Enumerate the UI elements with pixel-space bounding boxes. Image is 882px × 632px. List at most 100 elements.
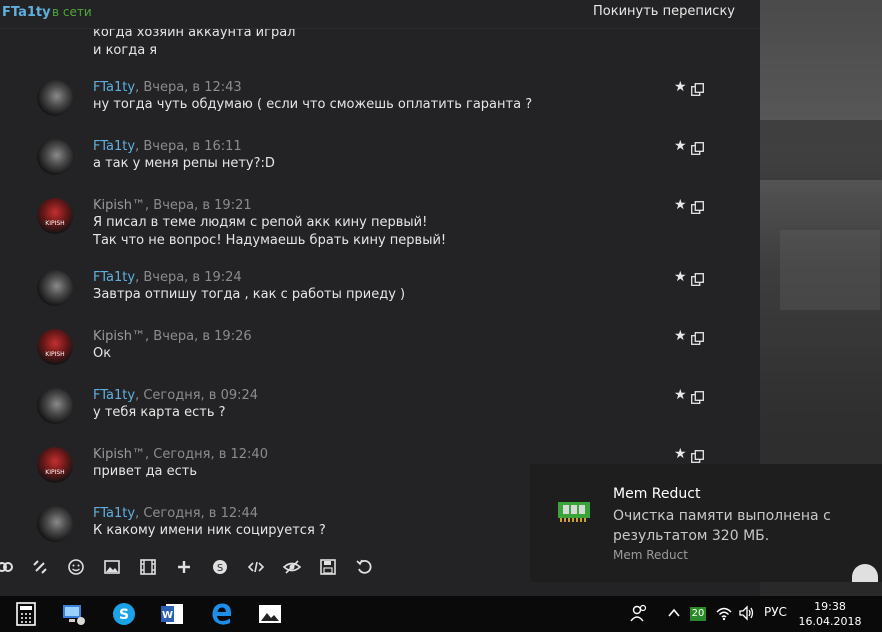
link-icon[interactable]	[0, 558, 14, 576]
photos-icon[interactable]	[258, 602, 282, 626]
toast-message: Очистка памяти выполнена с результатом 3…	[613, 508, 831, 544]
star-icon[interactable]: ★	[674, 139, 687, 153]
message-meta: FTa1ty, Вчера, в 12:43	[93, 80, 242, 95]
message-meta: FTa1ty, Вчера, в 19:24	[93, 270, 242, 285]
clock[interactable]: 19:38 16.04.2018	[795, 599, 865, 629]
avatar[interactable]	[37, 506, 73, 542]
save-icon[interactable]	[319, 558, 337, 576]
spoiler-icon[interactable]	[282, 558, 302, 576]
message-text: К какому имени ник социруется ?	[93, 523, 326, 538]
copy-icon[interactable]	[691, 199, 704, 214]
toast-app-name: Mem Reduct	[613, 548, 688, 562]
copy-icon[interactable]	[691, 448, 704, 463]
peer-name[interactable]: FTa1ty	[2, 5, 51, 20]
online-status: в сети	[52, 5, 92, 19]
volume-icon[interactable]	[738, 604, 756, 628]
message-actions: ★	[674, 447, 708, 463]
calculator-icon[interactable]	[14, 602, 38, 626]
avatar[interactable]	[37, 139, 73, 175]
message-time: , Сегодня, в 12:44	[135, 506, 259, 521]
message-actions: ★	[674, 139, 708, 155]
svg-text:S: S	[217, 563, 223, 574]
memory-chip-icon	[557, 498, 591, 524]
avatar[interactable]: KIPISH	[37, 198, 73, 234]
message-text: ну тогда чуть обдумаю ( если что сможешь…	[93, 97, 533, 112]
smiley-icon[interactable]	[67, 558, 85, 576]
svg-text:W: W	[162, 610, 173, 621]
undo-icon[interactable]	[355, 558, 373, 576]
network-icon[interactable]	[715, 604, 733, 628]
message-item: FTa1ty, Вчера, в 16:11 а так у меня репы …	[0, 139, 760, 191]
toast-title: Mem Reduct	[613, 486, 701, 502]
message-author[interactable]: FTa1ty	[93, 139, 135, 154]
message-meta: FTa1ty, Вчера, в 16:11	[93, 139, 242, 154]
message-actions: ★	[674, 270, 708, 286]
message-item: KIPISH Kipish™, Вчера, в 19:26 Ок ★	[0, 329, 760, 381]
edge-browser-icon[interactable]	[210, 602, 234, 626]
avatar[interactable]	[37, 270, 73, 306]
message-text: у тебя карта есть ?	[93, 405, 226, 420]
leave-conversation-link[interactable]: Покинуть переписку	[593, 4, 735, 19]
message-text: Я писал в теме людям с репой акк кину пе…	[93, 215, 428, 230]
copy-icon[interactable]	[691, 330, 704, 345]
message-author[interactable]: FTa1ty	[93, 388, 135, 403]
taskbar: S W 20 РУС 19:38 16.04.2018	[0, 596, 882, 632]
people-icon[interactable]	[630, 604, 648, 628]
message-time: , Сегодня, в 09:24	[135, 388, 259, 403]
plus-icon[interactable]	[175, 558, 193, 576]
message-time: , Вчера, в 16:11	[135, 139, 242, 154]
star-icon[interactable]: ★	[674, 80, 687, 94]
skype-icon[interactable]: S	[211, 558, 229, 576]
message-actions: ★	[674, 388, 708, 404]
star-icon[interactable]: ★	[674, 447, 687, 461]
message-meta: Kipish™, Вчера, в 19:26	[93, 329, 252, 344]
skype-app-icon[interactable]: S	[112, 602, 136, 626]
message-item: FTa1ty, Вчера, в 12:43 ну тогда чуть обду…	[0, 80, 760, 132]
message-time: , Сегодня, в 12:40	[145, 447, 268, 462]
chevron-up-icon[interactable]	[667, 604, 681, 628]
message-text: Завтра отпишу тогда , как с работы приед…	[93, 287, 406, 302]
copy-icon[interactable]	[691, 389, 704, 404]
message-text: и когда я	[93, 43, 158, 58]
word-icon[interactable]: W	[160, 602, 184, 626]
tray-badge[interactable]: 20	[690, 607, 706, 621]
image-icon[interactable]	[103, 558, 121, 576]
code-icon[interactable]	[247, 558, 265, 576]
copy-icon[interactable]	[691, 271, 704, 286]
message-meta: FTa1ty, Сегодня, в 09:24	[93, 388, 258, 403]
clock-date: 16.04.2018	[798, 615, 862, 628]
message-author[interactable]: Kipish™	[93, 447, 145, 462]
avatar[interactable]: KIPISH	[37, 447, 73, 483]
avatar[interactable]: KIPISH	[37, 329, 73, 365]
input-language[interactable]: РУС	[764, 605, 787, 619]
message-actions: ★	[674, 329, 708, 345]
message-author[interactable]: FTa1ty	[93, 80, 135, 95]
computer-icon[interactable]	[62, 602, 86, 626]
avatar[interactable]	[37, 388, 73, 424]
message-item: FTa1ty, Сегодня, в 09:24 у тебя карта ест…	[0, 388, 760, 440]
video-icon[interactable]	[139, 558, 157, 576]
scroll-top-button[interactable]	[852, 564, 878, 582]
avatar[interactable]	[37, 80, 73, 116]
star-icon[interactable]: ★	[674, 329, 687, 343]
message-time: , Вчера, в 19:21	[145, 198, 252, 213]
message-text: Ок	[93, 346, 112, 361]
notification-toast[interactable]: Mem Reduct Очистка памяти выполнена с ре…	[530, 464, 882, 582]
message-item: KIPISH Kipish™, Вчера, в 19:21 Я писал в т…	[0, 198, 760, 250]
unlink-icon[interactable]	[31, 558, 49, 576]
message-author[interactable]: FTa1ty	[93, 270, 135, 285]
message-author[interactable]: FTa1ty	[93, 506, 135, 521]
star-icon[interactable]: ★	[674, 270, 687, 284]
chat-header: FTa1ty в сети Покинуть переписку	[0, 0, 760, 29]
star-icon[interactable]: ★	[674, 198, 687, 212]
star-icon[interactable]: ★	[674, 388, 687, 402]
svg-text:S: S	[119, 607, 129, 623]
copy-icon[interactable]	[691, 81, 704, 96]
message-text: Так что не вопрос! Надумаешь брать кину …	[93, 233, 447, 248]
message-meta: Kipish™, Вчера, в 19:21	[93, 198, 252, 213]
message-author[interactable]: Kipish™	[93, 329, 145, 344]
message-author[interactable]: Kipish™	[93, 198, 145, 213]
copy-icon[interactable]	[691, 140, 704, 155]
message-text: привет да есть	[93, 464, 198, 479]
message-item: FTa1ty, Вчера, в 19:24 Завтра отпишу тогд…	[0, 270, 760, 322]
